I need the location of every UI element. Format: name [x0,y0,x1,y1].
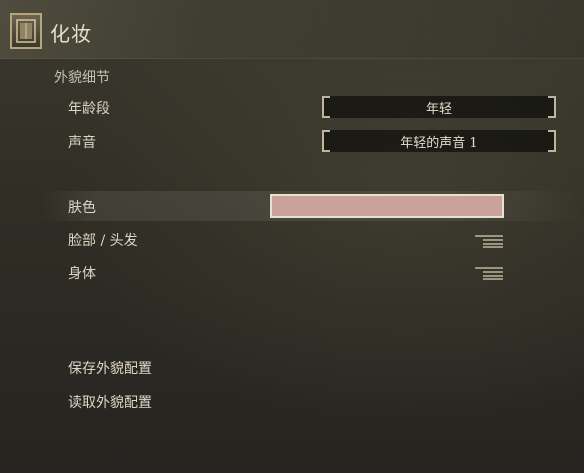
skin-color-label: 肤色 [68,200,96,216]
face-hair-label: 脸部 / 头发 [68,233,138,249]
voice-select[interactable]: 年轻的声音 1 [322,130,556,152]
age-group-select[interactable]: 年轻 [322,96,556,118]
voice-value: 年轻的声音 1 [400,136,478,151]
makeup-mirror-icon [10,13,42,49]
skin-color-swatch[interactable] [270,194,504,218]
row-body[interactable]: 身体 [52,259,522,285]
age-group-value: 年轻 [425,102,452,117]
menu-lines-icon[interactable] [475,265,503,280]
save-appearance-button[interactable]: 保存外貌配置 [68,358,152,378]
section-title-appearance-details: 外貌细节 [54,70,110,86]
row-age-group[interactable]: 年龄段 年轻 [52,94,556,120]
row-face-hair[interactable]: 脸部 / 头发 [52,226,522,252]
row-voice[interactable]: 声音 年轻的声音 1 [52,128,556,154]
menu-lines-icon[interactable] [475,233,503,248]
body-label: 身体 [68,266,96,282]
title-bar: 化妆 [0,0,584,59]
voice-label: 声音 [68,135,96,151]
load-appearance-button[interactable]: 读取外貌配置 [68,392,152,412]
age-group-label: 年龄段 [68,101,110,117]
page-title: 化妆 [50,22,92,46]
